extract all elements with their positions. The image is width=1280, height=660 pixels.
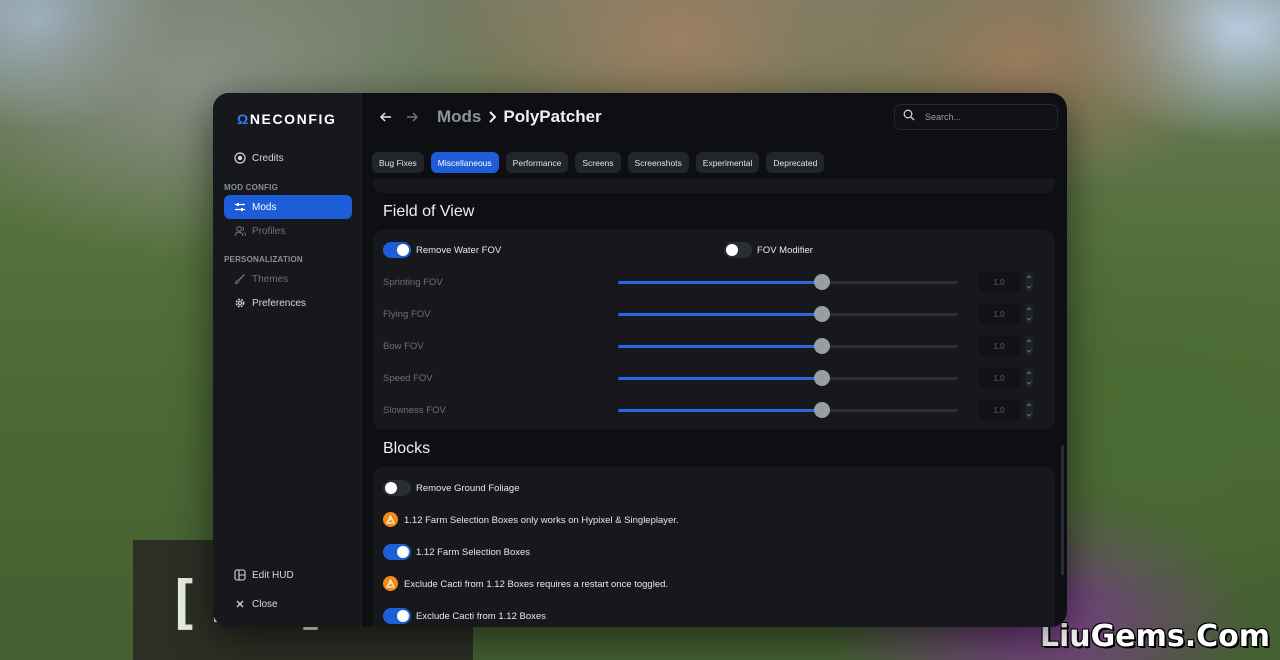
content-scrollbar[interactable] [1061, 445, 1064, 575]
oneconfig-window: ΩNECONFIG Credits MOD CONFIG Mods Profil… [213, 93, 1067, 627]
flying-fov-slider[interactable] [618, 306, 958, 322]
sidebar-item-profiles[interactable]: Profiles [224, 219, 352, 243]
bow-fov-value[interactable]: 1.0 [978, 336, 1020, 356]
fov-card: Remove Water FOV FOV Modifier Sprinting … [373, 230, 1055, 430]
remove-ground-foliage-toggle[interactable] [383, 480, 411, 496]
watermark: LiuGems.Com [1039, 619, 1270, 654]
speed-fov-slider[interactable] [618, 370, 958, 386]
tab-screens[interactable]: Screens [575, 152, 621, 173]
breadcrumb-parent[interactable]: Mods [437, 107, 481, 127]
section-heading-mod-config: MOD CONFIG [224, 183, 278, 192]
profiles-icon [234, 225, 246, 237]
sidebar-item-label: Preferences [252, 297, 306, 309]
sidebar-item-label: Credits [252, 152, 284, 164]
oneconfig-logo: ΩNECONFIG [237, 111, 337, 127]
themes-brush-icon [234, 273, 246, 285]
breadcrumb: Mods PolyPatcher [437, 107, 602, 127]
speed-fov-stepper[interactable] [1025, 368, 1033, 388]
settings-content: Field of View Remove Water FOV FOV Modif… [373, 179, 1055, 627]
slider-knob[interactable] [814, 338, 830, 354]
slider-knob[interactable] [814, 306, 830, 322]
forward-arrow-icon[interactable] [404, 109, 420, 125]
sprinting-fov-value[interactable]: 1.0 [978, 272, 1020, 292]
sprinting-fov-stepper[interactable] [1025, 272, 1033, 292]
exclude-cacti-warning-text: Exclude Cacti from 1.12 Boxes requires a… [404, 579, 669, 590]
sidebar-item-label: Themes [252, 273, 289, 285]
category-tabs: Bug Fixes Miscellaneous Performance Scre… [372, 152, 825, 173]
page-title: PolyPatcher [503, 107, 602, 126]
fov-modifier-toggle[interactable] [724, 242, 752, 258]
sidebar-item-close[interactable]: Close [224, 592, 352, 616]
slowness-fov-label: Slowness FOV [383, 405, 446, 416]
sidebar-item-label: Mods [252, 201, 277, 213]
slider-knob[interactable] [814, 402, 830, 418]
remove-ground-foliage-label: Remove Ground Foliage [416, 483, 520, 494]
bow-fov-label: Bow FOV [383, 341, 424, 352]
flying-fov-stepper[interactable] [1025, 304, 1033, 324]
tab-experimental[interactable]: Experimental [695, 152, 760, 173]
exclude-cacti-toggle[interactable] [383, 608, 411, 624]
preferences-gear-icon [234, 297, 246, 309]
back-arrow-icon[interactable] [378, 109, 394, 125]
sidebar-item-preferences[interactable]: Preferences [224, 291, 352, 315]
farm-selection-boxes-label: 1.12 Farm Selection Boxes [416, 547, 531, 558]
sprinting-fov-label: Sprinting FOV [383, 277, 443, 288]
sidebar-item-mods[interactable]: Mods [224, 195, 352, 219]
section-title-blocks: Blocks [383, 440, 431, 457]
edit-hud-icon [234, 569, 246, 581]
search-box[interactable] [894, 104, 1058, 130]
tab-deprecated[interactable]: Deprecated [766, 152, 825, 173]
slider-knob[interactable] [814, 274, 830, 290]
close-icon [234, 598, 246, 610]
sidebar-item-label: Close [252, 598, 278, 610]
section-heading-personalization: PERSONALIZATION [224, 255, 303, 264]
previous-card [373, 179, 1055, 193]
section-title-fov: Field of View [383, 203, 475, 220]
exclude-cacti-label: Exclude Cacti from 1.12 Boxes [416, 611, 546, 622]
tab-miscellaneous[interactable]: Miscellaneous [430, 152, 499, 173]
credits-icon [234, 152, 246, 164]
sidebar-item-edit-hud[interactable]: Edit HUD [224, 563, 352, 587]
top-bar: Mods PolyPatcher [362, 93, 1067, 145]
slowness-fov-slider[interactable] [618, 402, 958, 418]
search-icon [903, 108, 915, 126]
tab-screenshots[interactable]: Screenshots [627, 152, 689, 173]
sidebar-item-label: Profiles [252, 225, 286, 237]
sprinting-fov-slider[interactable] [618, 274, 958, 290]
speed-fov-value[interactable]: 1.0 [978, 368, 1020, 388]
slowness-fov-value[interactable]: 1.0 [978, 400, 1020, 420]
chevron-right-icon [487, 110, 497, 124]
fov-modifier-label: FOV Modifier [757, 245, 813, 256]
warning-icon [383, 512, 398, 527]
speed-fov-label: Speed FOV [383, 373, 433, 384]
flying-fov-label: Flying FOV [383, 309, 431, 320]
warning-icon [383, 576, 398, 591]
sidebar-item-themes[interactable]: Themes [224, 267, 352, 291]
blocks-card: Remove Ground Foliage 1.12 Farm Selectio… [373, 467, 1055, 627]
sidebar-item-credits[interactable]: Credits [224, 146, 352, 170]
bow-fov-slider[interactable] [618, 338, 958, 354]
remove-water-fov-toggle[interactable] [383, 242, 411, 258]
flying-fov-value[interactable]: 1.0 [978, 304, 1020, 324]
farm-boxes-warning-text: 1.12 Farm Selection Boxes only works on … [404, 515, 679, 526]
remove-water-fov-label: Remove Water FOV [416, 245, 502, 256]
mods-sliders-icon [234, 201, 246, 213]
tab-bug-fixes[interactable]: Bug Fixes [372, 152, 424, 173]
bow-fov-stepper[interactable] [1025, 336, 1033, 356]
tab-performance[interactable]: Performance [505, 152, 569, 173]
sidebar-item-label: Edit HUD [252, 569, 294, 581]
search-input[interactable] [925, 112, 1045, 122]
slowness-fov-stepper[interactable] [1025, 400, 1033, 420]
sidebar: ΩNECONFIG Credits MOD CONFIG Mods Profil… [213, 93, 362, 627]
slider-knob[interactable] [814, 370, 830, 386]
farm-selection-boxes-toggle[interactable] [383, 544, 411, 560]
